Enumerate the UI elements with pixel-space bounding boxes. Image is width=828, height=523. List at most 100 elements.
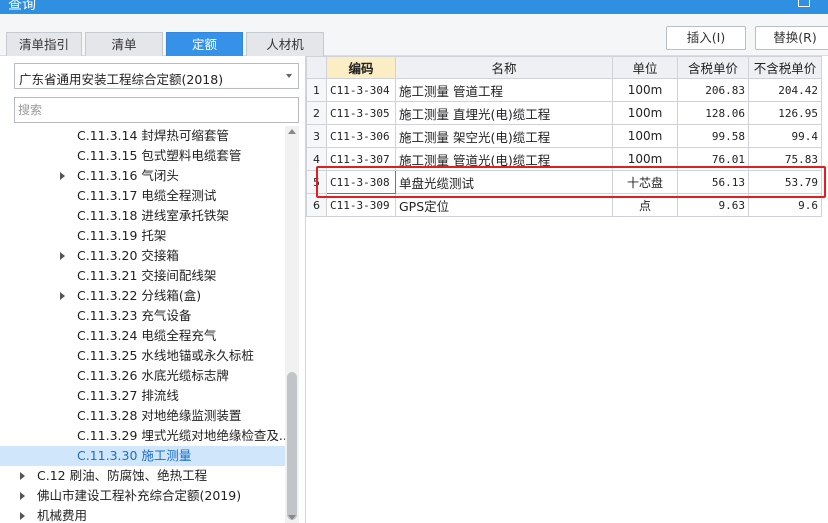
tree-node[interactable]: C.11.3.16 气闭头 — [0, 166, 285, 186]
price-tax-cell[interactable]: 128.06 — [677, 101, 749, 125]
tree-node[interactable]: C.11.3.25 水线地锚或永久标桩 — [0, 346, 285, 366]
tree-node[interactable]: C.11.3.27 排流线 — [0, 386, 285, 406]
tree-node[interactable]: C.11.3.21 交接间配线架 — [0, 266, 285, 286]
tab-bill-guide[interactable]: 清单指引 — [6, 32, 82, 56]
tab-quota[interactable]: 定额 — [166, 32, 243, 56]
tree-node[interactable]: C.11.3.29 埋式光缆对地绝缘检查及... — [0, 426, 285, 446]
code-cell[interactable]: C11-3-305 — [326, 101, 396, 125]
col-header-name[interactable]: 名称 — [395, 56, 613, 79]
replace-button[interactable]: 替换(R) — [755, 26, 828, 50]
maximize-icon[interactable] — [798, 0, 810, 7]
chevron-right-icon[interactable] — [60, 172, 65, 180]
chevron-right-icon[interactable] — [20, 512, 25, 520]
name-cell[interactable]: 施工测量 直埋光(电)缆工程 — [395, 101, 613, 125]
unit-cell[interactable]: 100m — [612, 124, 678, 148]
price-notax-cell[interactable]: 53.79 — [748, 170, 822, 194]
tab-labor-material-machine[interactable]: 人材机 — [246, 32, 324, 56]
col-header-index — [306, 56, 327, 79]
table-row[interactable]: 4 C11-3-307 施工测量 管道光(电)缆工程 100m 76.01 75.83 — [306, 147, 822, 171]
table-row[interactable]: 6 C11-3-309 GPS定位点 9.63 9.6 — [306, 193, 822, 217]
unit-cell[interactable]: 100m — [612, 147, 678, 171]
col-header-price-notax[interactable]: 不含税单价 — [748, 56, 822, 79]
price-tax-cell[interactable]: 206.83 — [677, 78, 749, 102]
tree-node[interactable]: C.12 刷油、防腐蚀、绝热工程 — [0, 466, 285, 486]
price-notax-cell[interactable]: 99.4 — [748, 124, 822, 148]
name-cell[interactable]: 施工测量 管道工程 — [395, 78, 613, 102]
tree-node[interactable]: C.11.3.26 水底光缆标志牌 — [0, 366, 285, 386]
tree-node[interactable]: C.11.3.20 交接箱 — [0, 246, 285, 266]
price-tax-cell[interactable]: 56.13 — [677, 170, 749, 194]
name-cell[interactable]: 施工测量 管道光(电)缆工程 — [395, 147, 613, 171]
price-tax-cell[interactable]: 76.01 — [677, 147, 749, 171]
price-notax-cell[interactable]: 75.83 — [748, 147, 822, 171]
scrollbar-thumb[interactable] — [287, 372, 297, 520]
quota-tree-panel: 广东省通用安装工程综合定额(2018) C.11.3.14 封焊热可缩套管 C.1… — [0, 56, 306, 523]
chevron-right-icon[interactable] — [20, 492, 25, 500]
row-index-cell: 4 — [306, 147, 327, 171]
price-tax-cell[interactable]: 99.58 — [677, 124, 749, 148]
tree-node-label: C.11.3.23 充气设备 — [77, 308, 192, 323]
tree-node[interactable]: C.11.3.15 包式塑料电缆套管 — [0, 146, 285, 166]
tree-node-label: C.11.3.16 气闭头 — [77, 168, 179, 183]
toolbar: 清单指引 清单 定额 人材机 插入(I) 替换(R) — [0, 14, 828, 56]
code-cell[interactable]: C11-3-307 — [326, 147, 396, 171]
col-header-code[interactable]: 编码 — [326, 56, 396, 79]
table-row[interactable]: 3 C11-3-306 施工测量 架空光(电)缆工程 100m 99.58 99.4 — [306, 124, 822, 148]
col-header-price-tax[interactable]: 含税单价 — [677, 56, 749, 79]
tree-node-label: C.11.3.27 排流线 — [77, 388, 179, 403]
tree-node-label: C.11.3.19 托架 — [77, 228, 167, 243]
scroll-down-icon[interactable] — [288, 515, 296, 520]
quota-table: 编码 名称 单位 含税单价 不含税单价 1 C11-3-304 施工测量 管道工程 1… — [306, 56, 822, 217]
tree-node-label: 机械费用 — [37, 508, 88, 523]
unit-cell[interactable]: 点 — [612, 193, 678, 217]
tree-node[interactable]: C.11.3.23 充气设备 — [0, 306, 285, 326]
quota-library-dropdown[interactable]: 广东省通用安装工程综合定额(2018) — [14, 63, 299, 89]
table-row[interactable]: 2 C11-3-305 施工测量 直埋光(电)缆工程 100m 128.06 126.95 — [306, 101, 822, 125]
window-titlebar: 查询 — [0, 0, 828, 14]
scroll-up-icon[interactable] — [288, 129, 296, 134]
row-index-cell: 2 — [306, 101, 327, 125]
search-input[interactable] — [14, 97, 299, 123]
tree-node-label: C.11.3.22 分线箱(盒) — [77, 288, 202, 303]
col-header-unit[interactable]: 单位 — [612, 56, 678, 79]
chevron-right-icon[interactable] — [20, 472, 25, 480]
name-cell[interactable]: 单盘光缆测试 — [395, 170, 613, 194]
row-index-cell: 1 — [306, 78, 327, 102]
name-cell[interactable]: 施工测量 架空光(电)缆工程 — [395, 124, 613, 148]
code-cell[interactable]: C11-3-309 — [326, 193, 396, 217]
unit-cell[interactable]: 100m — [612, 101, 678, 125]
code-cell[interactable]: C11-3-308 — [326, 170, 396, 194]
tree-node[interactable]: 机械费用 — [0, 506, 285, 523]
tree-node[interactable]: C.11.3.24 电缆全程充气 — [0, 326, 285, 346]
chevron-down-icon[interactable] — [286, 74, 292, 78]
tree-node-label: C.11.3.14 封焊热可缩套管 — [77, 128, 229, 143]
tree-node-label: C.11.3.20 交接箱 — [77, 248, 179, 263]
tree-node[interactable]: C.11.3.18 进线室承托铁架 — [0, 206, 285, 226]
unit-cell[interactable]: 100m — [612, 78, 678, 102]
code-cell[interactable]: C11-3-306 — [326, 124, 396, 148]
chevron-right-icon[interactable] — [60, 252, 65, 260]
price-notax-cell[interactable]: 9.6 — [748, 193, 822, 217]
tree-node[interactable]: C.11.3.30 施工测量 — [0, 446, 285, 466]
code-cell[interactable]: C11-3-304 — [326, 78, 396, 102]
tree-node-label: C.11.3.18 进线室承托铁架 — [77, 208, 229, 223]
tree-node[interactable]: 佛山市建设工程补充综合定额(2019) — [0, 486, 285, 506]
tree-scrollbar[interactable] — [285, 126, 299, 523]
row-index-cell: 5 — [306, 170, 327, 194]
insert-button[interactable]: 插入(I) — [666, 26, 746, 50]
tab-bill[interactable]: 清单 — [85, 32, 163, 56]
table-row[interactable]: 1 C11-3-304 施工测量 管道工程 100m 206.83 204.42 — [306, 78, 822, 102]
price-notax-cell[interactable]: 126.95 — [748, 101, 822, 125]
unit-cell[interactable]: 十芯盘 — [612, 170, 678, 194]
name-cell[interactable]: GPS定位 — [395, 193, 613, 217]
tree-node[interactable]: C.11.3.17 电缆全程测试 — [0, 186, 285, 206]
tree-node[interactable]: C.11.3.19 托架 — [0, 226, 285, 246]
chevron-right-icon[interactable] — [60, 292, 65, 300]
tree-node[interactable]: C.11.3.14 封焊热可缩套管 — [0, 126, 285, 146]
price-tax-cell[interactable]: 9.63 — [677, 193, 749, 217]
price-notax-cell[interactable]: 204.42 — [748, 78, 822, 102]
table-row[interactable]: 5 C11-3-308 单盘光缆测试 十芯盘 56.13 53.79 — [306, 170, 822, 194]
tree-node[interactable]: C.11.3.22 分线箱(盒) — [0, 286, 285, 306]
tree-node-label: C.11.3.25 水线地锚或永久标桩 — [77, 348, 254, 363]
tree-node[interactable]: C.11.3.28 对地绝缘监测装置 — [0, 406, 285, 426]
